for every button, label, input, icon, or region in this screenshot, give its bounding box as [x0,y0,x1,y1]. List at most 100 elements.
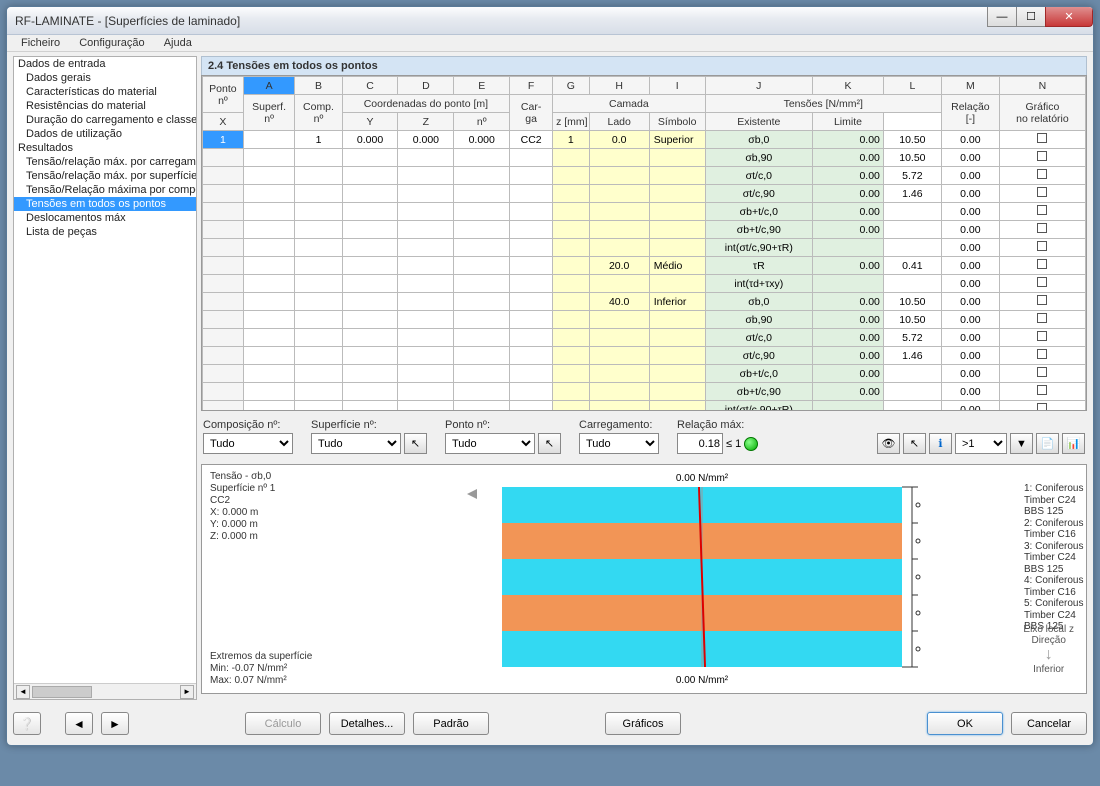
tree-item[interactable]: Duração do carregamento e classe de serv… [14,113,196,127]
export-button[interactable]: 📄 [1036,433,1059,454]
tree-item[interactable]: Dados de utilização [14,127,196,141]
tree-item[interactable]: Tensão/Relação máxima por composição [14,183,196,197]
report-checkbox[interactable] [999,185,1085,203]
col-letter[interactable]: C [342,77,398,95]
tree-item[interactable]: Características do material [14,85,196,99]
row-header[interactable] [203,221,244,239]
table-row[interactable]: σb+t/c,900.000.00 [203,221,1086,239]
table-row[interactable]: σt/c,00.005.720.00 [203,329,1086,347]
tree-item-selected[interactable]: Tensões em todos os pontos [14,197,196,211]
next-button[interactable]: ► [101,712,129,735]
col-letter[interactable]: K [813,77,884,95]
maximize-button[interactable]: ☐ [1016,7,1046,27]
col-letter[interactable]: H [589,77,649,95]
results-grid[interactable]: Pontonº A B C D E F G H I J K L M [201,75,1087,411]
tree-item[interactable]: Resistências do material [14,99,196,113]
gt-combo[interactable]: >1 [955,433,1007,454]
col-letter[interactable]: N [999,77,1085,95]
col-letter[interactable]: M [941,77,999,95]
table-row[interactable]: σt/c,00.005.720.00 [203,167,1086,185]
col-letter[interactable]: G [553,77,590,95]
scroll-left-icon[interactable]: ◄ [16,685,30,699]
details-button[interactable]: Detalhes... [329,712,405,735]
col-letter[interactable]: B [295,77,342,95]
table-row[interactable]: σb+t/c,00.000.00 [203,203,1086,221]
report-checkbox[interactable] [999,365,1085,383]
scroll-right-icon[interactable]: ► [180,685,194,699]
navigation-tree[interactable]: Dados de entrada Dados gerais Caracterís… [13,56,197,700]
info-button[interactable]: ℹ [929,433,952,454]
row-header[interactable] [203,383,244,401]
row-header[interactable] [203,149,244,167]
report-checkbox[interactable] [999,275,1085,293]
report-checkbox[interactable] [999,221,1085,239]
report-checkbox[interactable] [999,257,1085,275]
cancel-button[interactable]: Cancelar [1011,712,1087,735]
row-header[interactable] [203,239,244,257]
row-header[interactable]: 1 [203,131,244,149]
table-row[interactable]: σt/c,900.001.460.00 [203,185,1086,203]
tree-hscrollbar[interactable]: ◄ ► [14,683,196,699]
table-row[interactable]: int(σt/c,90+τR)0.00 [203,239,1086,257]
row-header[interactable] [203,293,244,311]
help-button[interactable]: ❔ [13,712,41,735]
default-button[interactable]: Padrão [413,712,489,735]
point-combo[interactable]: Tudo [445,433,535,454]
report-checkbox[interactable] [999,293,1085,311]
row-header[interactable] [203,275,244,293]
tree-item[interactable]: Tensão/relação máx. por carregamento [14,155,196,169]
tree-item[interactable]: Lista de peças [14,225,196,239]
table-row[interactable]: σb,900.0010.500.00 [203,149,1086,167]
report-checkbox[interactable] [999,311,1085,329]
eye-button[interactable]: 👁 [877,433,900,454]
ok-button[interactable]: OK [927,712,1003,735]
row-header[interactable] [203,347,244,365]
report-checkbox[interactable] [999,347,1085,365]
excel-button[interactable]: 📊 [1062,433,1085,454]
table-row[interactable]: int(σt/c,90+τR)0.00 [203,401,1086,412]
filter-button[interactable]: ▼ [1010,433,1033,454]
col-letter[interactable]: I [649,77,705,95]
menu-file[interactable]: Ficheiro [13,35,68,51]
tree-item[interactable]: Deslocamentos máx [14,211,196,225]
table-row[interactable]: σt/c,900.001.460.00 [203,347,1086,365]
pick-button[interactable]: ↖ [903,433,926,454]
row-header[interactable] [203,185,244,203]
report-checkbox[interactable] [999,329,1085,347]
report-checkbox[interactable] [999,203,1085,221]
col-letter[interactable]: F [510,77,553,95]
tree-results-root[interactable]: Resultados [14,141,196,155]
point-pick-button[interactable]: ↖ [538,433,561,454]
report-checkbox[interactable] [999,239,1085,257]
menu-config[interactable]: Configuração [71,35,152,51]
row-header[interactable] [203,257,244,275]
comp-combo[interactable]: Tudo [203,433,293,454]
table-row[interactable]: int(τd+τxy)0.00 [203,275,1086,293]
calc-button[interactable]: Cálculo [245,712,321,735]
report-checkbox[interactable] [999,149,1085,167]
load-combo[interactable]: Tudo [579,433,659,454]
table-row[interactable]: σb,900.0010.500.00 [203,311,1086,329]
graphics-button[interactable]: Gráficos [605,712,681,735]
table-row[interactable]: σb+t/c,900.000.00 [203,383,1086,401]
row-header[interactable] [203,311,244,329]
surf-pick-button[interactable]: ↖ [404,433,427,454]
report-checkbox[interactable] [999,131,1085,149]
row-header[interactable] [203,329,244,347]
tree-input-root[interactable]: Dados de entrada [14,57,196,71]
col-letter[interactable]: L [883,77,941,95]
col-letter[interactable]: E [454,77,510,95]
col-letter[interactable]: J [705,77,812,95]
row-header[interactable] [203,203,244,221]
surf-combo[interactable]: Tudo [311,433,401,454]
prev-button[interactable]: ◄ [65,712,93,735]
report-checkbox[interactable] [999,401,1085,412]
col-letter[interactable]: A [243,77,295,95]
row-header[interactable] [203,365,244,383]
table-row[interactable]: 20.0MédioτR0.000.410.00 [203,257,1086,275]
minimize-button[interactable]: — [987,7,1017,27]
table-row[interactable]: 110.0000.0000.000CC210.0Superiorσb,00.00… [203,131,1086,149]
col-letter[interactable]: D [398,77,454,95]
scroll-thumb[interactable] [32,686,92,698]
report-checkbox[interactable] [999,383,1085,401]
